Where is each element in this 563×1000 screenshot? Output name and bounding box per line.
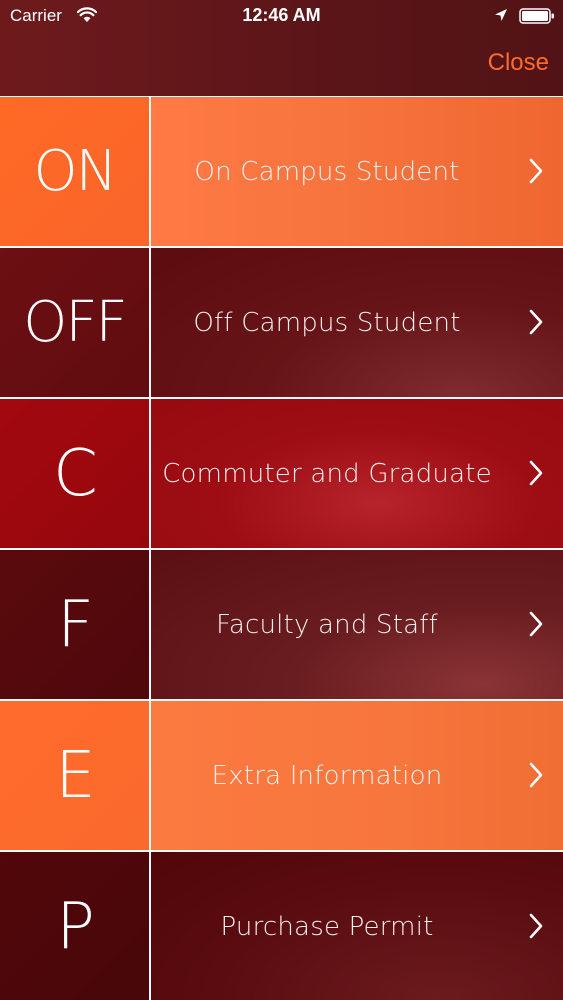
- menu-item-purchase-permit[interactable]: P Purchase Permit: [0, 851, 563, 1000]
- chevron-right-icon: [529, 611, 543, 637]
- chevron-right-icon: [529, 460, 543, 486]
- status-bar: Carrier 12:46 AM: [0, 0, 563, 34]
- menu-item-panel: Faculty and Staff: [151, 550, 563, 699]
- menu-item-abbr: P: [0, 852, 149, 1000]
- header: Carrier 12:46 AM Close: [0, 0, 563, 96]
- menu-item-panel: Commuter and Graduate: [151, 399, 563, 548]
- menu-item-label: On Campus Student: [194, 156, 460, 187]
- chevron-right-icon: [529, 913, 543, 939]
- screen: Carrier 12:46 AM Close ON On Campus Stud…: [0, 0, 563, 1000]
- menu-item-faculty[interactable]: F Faculty and Staff: [0, 549, 563, 700]
- menu-item-label: Commuter and Graduate: [162, 458, 492, 489]
- chevron-right-icon: [529, 309, 543, 335]
- menu-item-label: Faculty and Staff: [216, 609, 438, 640]
- menu-item-commuter[interactable]: C Commuter and Graduate: [0, 398, 563, 549]
- close-button[interactable]: Close: [488, 49, 549, 77]
- menu-item-panel: Extra Information: [151, 701, 563, 850]
- menu-item-extra-info[interactable]: E Extra Information: [0, 700, 563, 851]
- menu-item-label: Off Campus Student: [193, 307, 461, 338]
- menu-item-label: Extra Information: [211, 760, 443, 791]
- location-icon: [495, 9, 507, 21]
- chevron-right-icon: [529, 158, 543, 184]
- menu-item-panel: On Campus Student: [151, 97, 563, 246]
- status-time: 12:46 AM: [242, 5, 321, 25]
- menu-item-abbr: E: [0, 701, 149, 850]
- menu-item-abbr: ON: [0, 97, 149, 246]
- battery-icon: [519, 8, 554, 24]
- menu-item-abbr: OFF: [0, 248, 149, 397]
- menu-item-panel: Off Campus Student: [151, 248, 563, 397]
- menu-item-panel: Purchase Permit: [151, 852, 563, 1000]
- menu-item-on-campus[interactable]: ON On Campus Student: [0, 96, 563, 247]
- menu-list: ON On Campus Student OFF Off Campus Stud…: [0, 96, 563, 1000]
- menu-item-label: Purchase Permit: [220, 911, 434, 942]
- menu-item-abbr: F: [0, 550, 149, 699]
- menu-item-abbr: C: [0, 399, 149, 548]
- chevron-right-icon: [529, 762, 543, 788]
- menu-item-off-campus[interactable]: OFF Off Campus Student: [0, 247, 563, 398]
